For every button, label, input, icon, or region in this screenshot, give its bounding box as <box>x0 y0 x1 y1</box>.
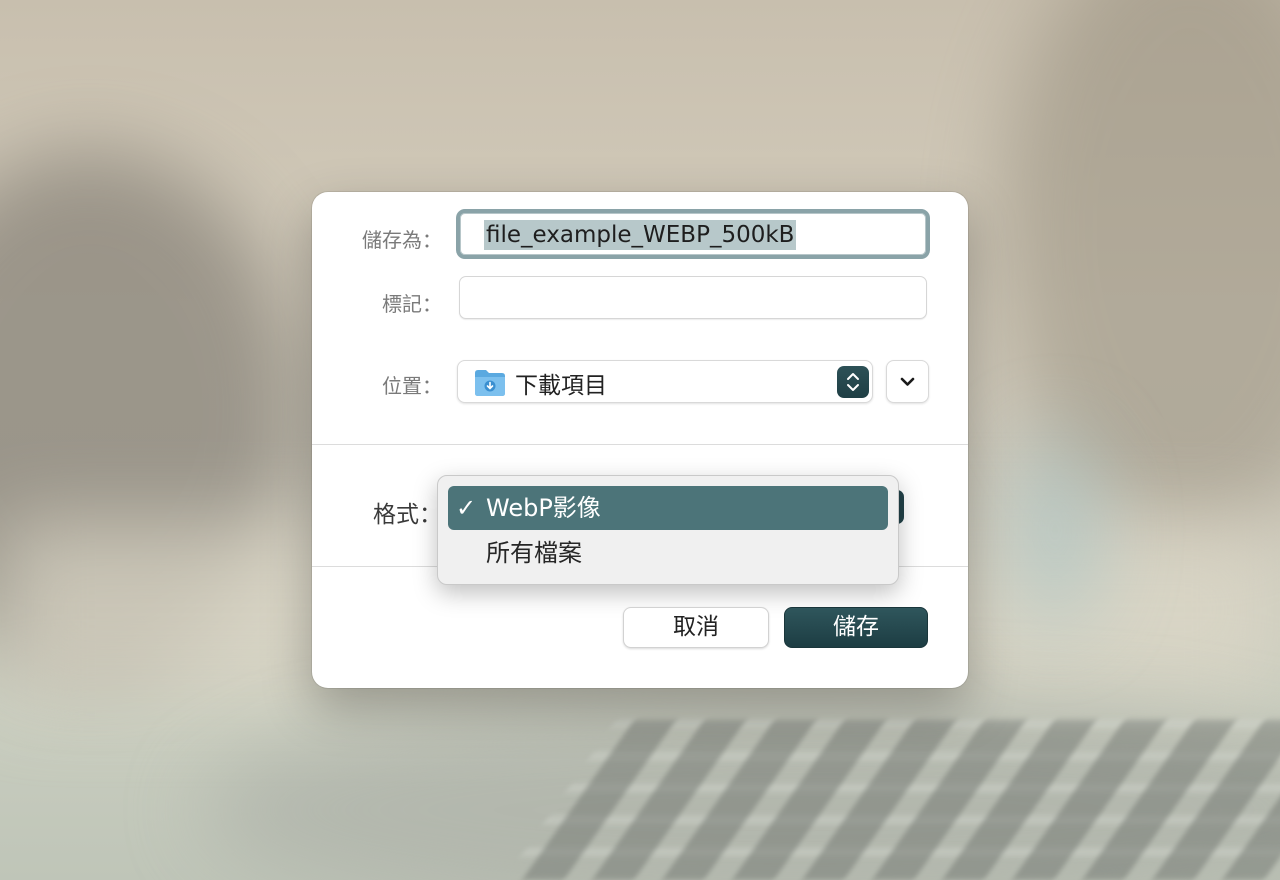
expand-dialog-button[interactable] <box>886 360 929 403</box>
checkmark-icon: ✓ <box>456 494 477 522</box>
format-option-all-files[interactable]: 所有檔案 <box>448 531 888 575</box>
chevron-down-icon <box>900 377 915 386</box>
format-option-webp[interactable]: ✓ WebP影像 <box>448 486 888 530</box>
filename-field[interactable]: file_example_WEBP_500kB <box>456 209 930 259</box>
format-label: 格式： <box>373 502 442 528</box>
downloads-folder-icon <box>475 370 505 396</box>
updown-chevron-icon <box>847 373 859 391</box>
tags-label: 標記： <box>382 292 442 316</box>
cancel-button[interactable]: 取消 <box>623 607 769 648</box>
save-button[interactable]: 儲存 <box>784 607 928 648</box>
location-stepper[interactable] <box>837 366 869 398</box>
save-as-label: 儲存為： <box>362 228 442 252</box>
location-popup[interactable]: 下載項目 <box>457 360 873 403</box>
location-value: 下載項目 <box>515 373 607 399</box>
format-dropdown-menu: ✓ WebP影像 所有檔案 <box>437 475 899 585</box>
format-option-label: 所有檔案 <box>486 539 582 567</box>
location-label: 位置： <box>382 374 442 398</box>
tags-field[interactable] <box>459 276 927 319</box>
format-option-label: WebP影像 <box>486 494 601 522</box>
filename-value: file_example_WEBP_500kB <box>484 220 797 250</box>
section-divider <box>312 444 968 445</box>
